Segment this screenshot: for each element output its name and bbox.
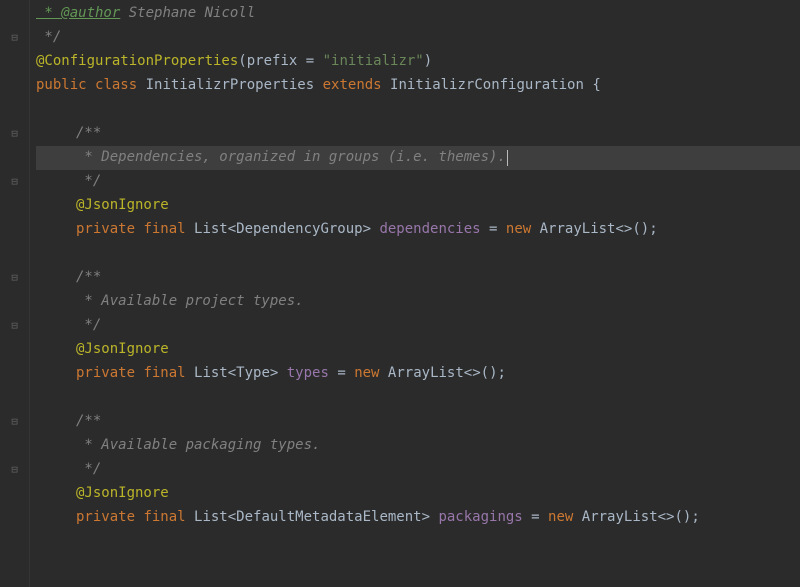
keyword-private: private [76, 506, 143, 530]
gutter-mark [0, 506, 29, 530]
keyword-private: private [76, 218, 143, 242]
code-line[interactable]: */ [36, 170, 800, 194]
code-line-empty[interactable] [36, 242, 800, 266]
javadoc-author-tag: * @author [36, 2, 120, 26]
gutter-mark [0, 338, 29, 362]
gutter-mark [0, 2, 29, 26]
parent-class: InitializrConfiguration { [390, 74, 601, 98]
code-line[interactable]: /** [36, 266, 800, 290]
code-line[interactable]: /** [36, 410, 800, 434]
code-line[interactable]: @ConfigurationProperties(prefix = "initi… [36, 50, 800, 74]
field-name: dependencies [379, 218, 480, 242]
comment-close: */ [76, 314, 101, 338]
code-line[interactable]: private final List<Type> types = new Arr… [36, 362, 800, 386]
keyword-private: private [76, 362, 143, 386]
author-name: Stephane Nicoll [120, 2, 255, 26]
gutter-mark [0, 362, 29, 386]
keyword-public: public [36, 74, 95, 98]
keyword-class: class [95, 74, 146, 98]
keyword-new: new [506, 218, 540, 242]
code-line[interactable]: @JsonIgnore [36, 482, 800, 506]
string-literal: "initializr" [323, 50, 424, 74]
comment-open: /** [76, 266, 101, 290]
editor-gutter[interactable]: ⊟ ⊟ ⊟ ⊟ ⊟ ⊟ ⊟ [0, 0, 30, 587]
keyword-new: new [548, 506, 582, 530]
code-line[interactable]: */ [36, 458, 800, 482]
code-line[interactable]: */ [36, 26, 800, 50]
code-line[interactable]: */ [36, 314, 800, 338]
code-line-empty[interactable] [36, 386, 800, 410]
fold-icon[interactable]: ⊟ [0, 26, 29, 50]
code-line[interactable]: @JsonIgnore [36, 338, 800, 362]
class-name: InitializrProperties [146, 74, 323, 98]
gutter-mark [0, 146, 29, 170]
fold-icon[interactable]: ⊟ [0, 314, 29, 338]
comment-close: */ [76, 170, 101, 194]
fold-icon[interactable]: ⊟ [0, 266, 29, 290]
fold-icon[interactable]: ⊟ [0, 410, 29, 434]
comment-close: */ [36, 26, 61, 50]
gutter-mark [0, 218, 29, 242]
comment-open: /** [76, 122, 101, 146]
code-line[interactable]: public class InitializrProperties extend… [36, 74, 800, 98]
code-line-current[interactable]: * Dependencies, organized in groups (i.e… [36, 146, 800, 170]
keyword-extends: extends [323, 74, 390, 98]
comment-text: * Available packaging types. [76, 434, 320, 458]
fold-icon[interactable]: ⊟ [0, 170, 29, 194]
annotation: @JsonIgnore [76, 338, 169, 362]
keyword-final: final [143, 506, 194, 530]
comment-text: * Dependencies, organized in groups (i.e… [76, 146, 506, 170]
code-editor[interactable]: * @author Stephane Nicoll */ @Configurat… [30, 0, 800, 587]
gutter-mark [0, 74, 29, 98]
text-caret [507, 150, 508, 166]
keyword-final: final [143, 362, 194, 386]
comment-text: * Available project types. [76, 290, 304, 314]
field-name: types [287, 362, 329, 386]
annotation: @JsonIgnore [76, 482, 169, 506]
comment-open: /** [76, 410, 101, 434]
gutter-mark [0, 50, 29, 74]
annotation: @JsonIgnore [76, 194, 169, 218]
gutter-mark [0, 98, 29, 122]
code-line[interactable]: /** [36, 122, 800, 146]
code-line[interactable]: private final List<DependencyGroup> depe… [36, 218, 800, 242]
gutter-mark [0, 482, 29, 506]
fold-icon[interactable]: ⊟ [0, 122, 29, 146]
keyword-final: final [143, 218, 194, 242]
gutter-mark [0, 434, 29, 458]
code-line[interactable]: * @author Stephane Nicoll [36, 2, 800, 26]
gutter-mark [0, 530, 29, 554]
comment-close: */ [76, 458, 101, 482]
annotation: @ConfigurationProperties [36, 50, 238, 74]
code-line[interactable]: * Available project types. [36, 290, 800, 314]
code-line[interactable]: * Available packaging types. [36, 434, 800, 458]
gutter-mark [0, 242, 29, 266]
gutter-mark [0, 194, 29, 218]
code-line-empty[interactable] [36, 98, 800, 122]
code-line[interactable]: private final List<DefaultMetadataElemen… [36, 506, 800, 530]
fold-icon[interactable]: ⊟ [0, 458, 29, 482]
keyword-new: new [354, 362, 388, 386]
gutter-mark [0, 290, 29, 314]
field-name: packagings [438, 506, 522, 530]
code-line[interactable]: @JsonIgnore [36, 194, 800, 218]
gutter-mark [0, 386, 29, 410]
